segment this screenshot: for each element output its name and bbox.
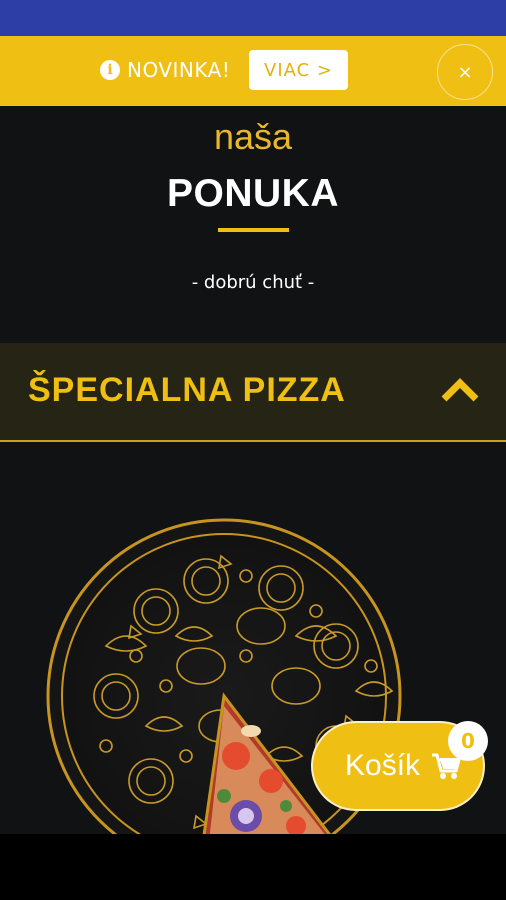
promo-text: NOVINKA! (127, 58, 231, 82)
section-subtitle: naša (213, 116, 293, 157)
status-bar (0, 0, 506, 36)
category-title: ŠPECIALNA PIZZA (28, 371, 346, 409)
tagline: - dobrú chuť - (191, 272, 315, 293)
close-button[interactable]: × (437, 44, 493, 100)
cart-label: Košík (345, 749, 421, 782)
close-icon: × (457, 61, 473, 83)
page-title: PONUKA (166, 172, 339, 215)
promo-banner: i NOVINKA! VIAC > × (0, 36, 506, 106)
category-accordion-header[interactable]: ŠPECIALNA PIZZA (0, 343, 506, 442)
cart-count-badge: 0 (448, 721, 488, 761)
info-icon: i (100, 60, 120, 80)
title-underline (218, 228, 289, 232)
bottom-area (0, 834, 506, 900)
more-button[interactable]: VIAC > (249, 50, 348, 90)
promo-info: i NOVINKA! (100, 58, 230, 82)
chevron-up-icon[interactable] (440, 375, 480, 403)
